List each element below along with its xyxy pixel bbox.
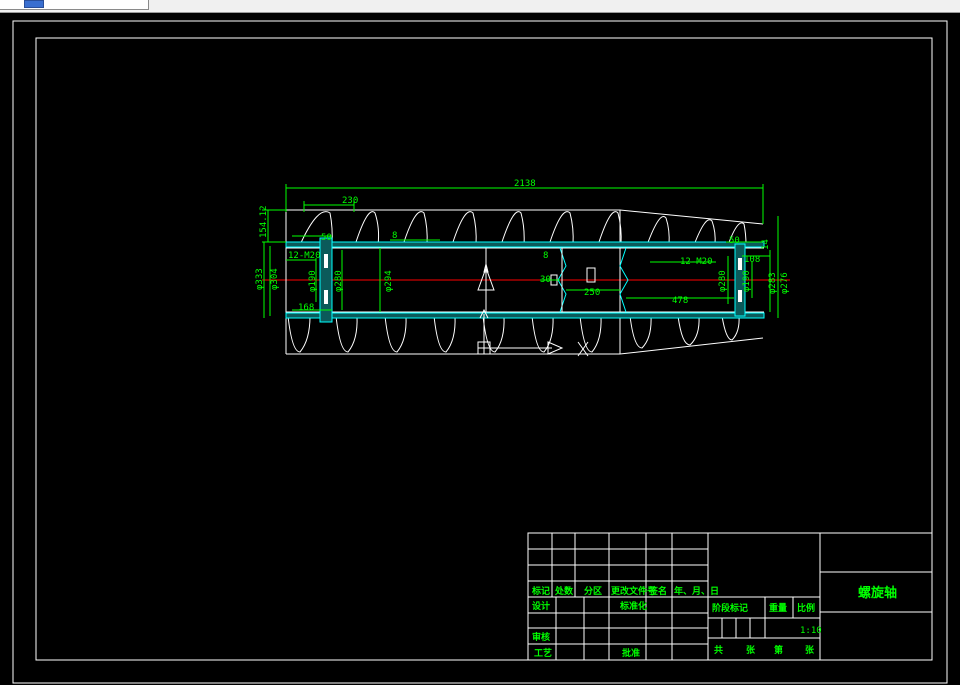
dim-right-len-2: 478: [672, 296, 688, 306]
dim-left-bolts: 12-M20: [288, 251, 321, 261]
tb-standard: 标准化: [619, 600, 647, 612]
dim-d-main: φ294: [384, 270, 394, 292]
tb-review: 审核: [532, 631, 550, 643]
tb-weight: 重量: [769, 602, 787, 614]
dim-d-left-4: φ280: [334, 270, 344, 292]
dim-hole: 250: [584, 288, 600, 298]
dim-middle-1: 8: [392, 231, 397, 241]
tb-header-count: 处数: [554, 585, 574, 597]
cad-drawing-canvas[interactable]: 2138 230 154.12 12-M20 12-M20 50 50 168 …: [0, 12, 960, 685]
flight-envelope-bottom: [286, 337, 764, 355]
tb-design: 设计: [532, 600, 550, 612]
dim-d-right-3: φ283: [768, 272, 778, 294]
tb-scale-label: 比例: [797, 602, 815, 614]
tb-sheet2: 张: [805, 644, 815, 656]
flights-top: [299, 211, 747, 246]
tb-approve: 批准: [622, 647, 640, 659]
dim-d-right-4: φ276: [780, 272, 790, 294]
tb-process: 工艺: [534, 647, 552, 659]
flights-bottom: [287, 315, 740, 353]
tb-scale-value: 1:10: [800, 626, 822, 636]
dim-slot: 30: [540, 275, 551, 285]
dim-d-left-3: φ190: [308, 270, 318, 292]
dim-right-len-1: 108: [744, 255, 760, 265]
tb-page-of: 第: [774, 644, 783, 656]
tb-total: 共: [714, 644, 723, 656]
dim-d-outer-left: φ333: [255, 268, 265, 290]
dim-d-left-2: φ304: [270, 268, 280, 290]
tb-sheet: 张: [746, 644, 756, 656]
dim-d-right-2: φ190: [742, 270, 752, 292]
tb-header-sign: 签名: [648, 585, 667, 597]
tb-header-date: 年、月、日: [674, 585, 719, 597]
dim-left-bottom: 168: [298, 303, 314, 313]
dim-right-flange: 50: [729, 236, 740, 246]
dim-right-bolts: 12-M20: [680, 257, 713, 267]
document-tab[interactable]: [0, 0, 149, 10]
tb-header-mark: 标记: [531, 585, 550, 597]
tb-header-zone: 分区: [584, 585, 602, 597]
dim-overall-length: 2138: [514, 179, 536, 189]
tb-part-name: 螺旋轴: [858, 585, 897, 601]
tab-button[interactable]: [24, 0, 44, 8]
dim-right-small: 14: [761, 239, 771, 250]
dim-left-flange: 50: [321, 233, 332, 243]
outer-border: [12, 20, 948, 684]
dim-d-right-1: φ280: [718, 270, 728, 292]
dim-flight-height: 154.12: [259, 205, 269, 238]
dim-middle-2: 8: [543, 251, 548, 261]
title-block-text: 标记 处数 分区 更改文件号 签名 年、月、日 设计 标准化 审核 工艺 批准 …: [531, 585, 897, 659]
dimension-lines: [262, 184, 779, 318]
dim-pitch: 230: [342, 196, 358, 206]
flight-envelope-top: [286, 209, 764, 225]
tb-stage-mark: 阶段标记: [712, 602, 748, 614]
